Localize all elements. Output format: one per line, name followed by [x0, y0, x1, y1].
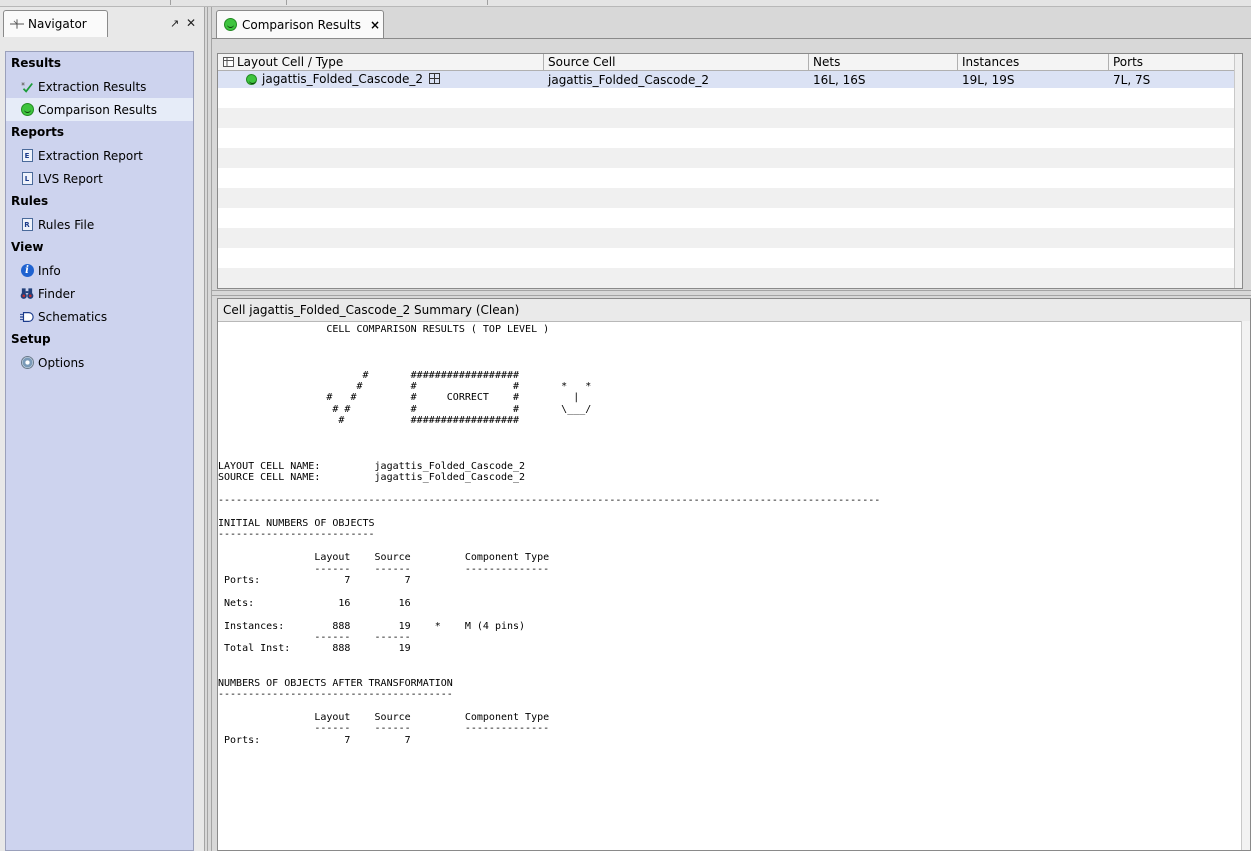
empty-row [218, 128, 1242, 148]
nav-item-options[interactable]: Options [6, 351, 193, 374]
nav-item-label: Extraction Results [38, 79, 147, 94]
nav-item-lvs-report[interactable]: L LVS Report [6, 167, 193, 190]
report-l-icon: L [20, 172, 34, 186]
column-header-nets[interactable]: Nets [809, 54, 958, 70]
nav-item-rules-file[interactable]: R Rules File [6, 213, 193, 236]
cell-instances: 19L, 19S [962, 72, 1015, 87]
table-scrollbar[interactable] [1234, 54, 1242, 288]
hierarchy-icon[interactable] [428, 73, 440, 85]
rules-file-icon: R [20, 218, 34, 232]
cell-layout-cell: jagattis_Folded_Cascode_2 [218, 72, 544, 87]
tab-label: Comparison Results [242, 17, 361, 32]
nav-item-label: Options [38, 355, 85, 370]
binoculars-icon [20, 287, 34, 301]
nav-item-label: Finder [38, 286, 75, 301]
table-row[interactable]: jagattis_Folded_Cascode_2 jagattis_Folde… [218, 71, 1242, 88]
nav-item-info[interactable]: i Info [6, 259, 193, 282]
summary-scrollbar[interactable] [1241, 321, 1250, 850]
column-header-layout-cell[interactable]: Layout Cell / Type [218, 54, 544, 70]
float-window-icon[interactable]: ↗ [170, 17, 179, 30]
layout-cell-name: jagattis_Folded_Cascode_2 [262, 72, 423, 87]
empty-row [218, 188, 1242, 208]
nav-item-label: Rules File [38, 217, 95, 232]
cell-source-cell: jagattis_Folded_Cascode_2 [548, 72, 709, 87]
empty-row [218, 208, 1242, 228]
navigator-tab-label: Navigator [28, 17, 87, 31]
section-view: View [11, 240, 44, 254]
cell-ports: 7L, 7S [1113, 72, 1151, 87]
summary-panel: Cell jagattis_Folded_Cascode_2 Summary (… [217, 298, 1251, 851]
section-rules: Rules [11, 194, 49, 208]
navigator-icon [10, 17, 24, 31]
tab-underline [212, 38, 1251, 39]
empty-row [218, 148, 1242, 168]
navigator-pane: Navigator ↗ ✕ Results Extraction Results… [0, 7, 204, 851]
nav-item-extraction-results[interactable]: Extraction Results [6, 75, 193, 98]
close-navigator-icon[interactable]: ✕ [186, 16, 196, 30]
nav-item-label: Extraction Report [38, 148, 143, 163]
cell-nets: 16L, 16S [813, 72, 866, 87]
nav-item-label: Schematics [38, 309, 108, 324]
section-setup: Setup [11, 332, 51, 346]
column-header-instances[interactable]: Instances [958, 54, 1109, 70]
gear-icon [20, 356, 34, 370]
top-strip-segment [0, 0, 171, 5]
navigator-tree: Results Extraction Results Comparison Re… [5, 51, 194, 851]
top-strip-segment [287, 0, 488, 5]
top-strip-segment [171, 0, 287, 5]
top-strip [0, 0, 1251, 7]
navigator-tab[interactable]: Navigator [3, 10, 108, 37]
nav-item-schematics[interactable]: Schematics [6, 305, 193, 328]
horizontal-splitter[interactable] [212, 290, 1251, 296]
column-header-source-cell[interactable]: Source Cell [544, 54, 809, 70]
extraction-check-icon [20, 80, 34, 94]
table-icon [222, 57, 234, 68]
column-header-label: Layout Cell / Type [237, 55, 344, 69]
smiley-icon [244, 73, 258, 87]
smiley-icon [20, 103, 34, 117]
summary-title: Cell jagattis_Folded_Cascode_2 Summary (… [218, 299, 1250, 322]
nav-item-label: Info [38, 263, 61, 278]
section-results: Results [11, 56, 62, 70]
report-e-icon: E [20, 149, 34, 163]
empty-row [218, 108, 1242, 128]
close-tab-icon[interactable]: × [370, 18, 380, 32]
info-icon: i [20, 264, 34, 278]
empty-row [218, 88, 1242, 108]
comparison-report-text: CELL COMPARISON RESULTS ( TOP LEVEL ) # … [218, 324, 881, 746]
schematic-icon [20, 310, 34, 324]
empty-row [218, 248, 1242, 268]
smiley-icon [223, 18, 237, 32]
empty-row [218, 228, 1242, 248]
column-header-ports[interactable]: Ports [1109, 54, 1242, 70]
empty-row [218, 268, 1242, 288]
nav-item-finder[interactable]: Finder [6, 282, 193, 305]
vertical-splitter[interactable] [204, 7, 212, 851]
results-table: Layout Cell / Type Source Cell Nets Inst… [217, 53, 1243, 289]
nav-item-extraction-report[interactable]: E Extraction Report [6, 144, 193, 167]
table-header: Layout Cell / Type Source Cell Nets Inst… [218, 54, 1242, 71]
empty-row [218, 168, 1242, 188]
nav-item-label: Comparison Results [38, 102, 157, 117]
section-reports: Reports [11, 125, 65, 139]
nav-item-comparison-results[interactable]: Comparison Results [6, 98, 193, 121]
nav-item-label: LVS Report [38, 171, 103, 186]
results-pane: Comparison Results × Layout Cell / Type … [212, 7, 1251, 851]
tab-comparison-results[interactable]: Comparison Results × [216, 10, 384, 38]
